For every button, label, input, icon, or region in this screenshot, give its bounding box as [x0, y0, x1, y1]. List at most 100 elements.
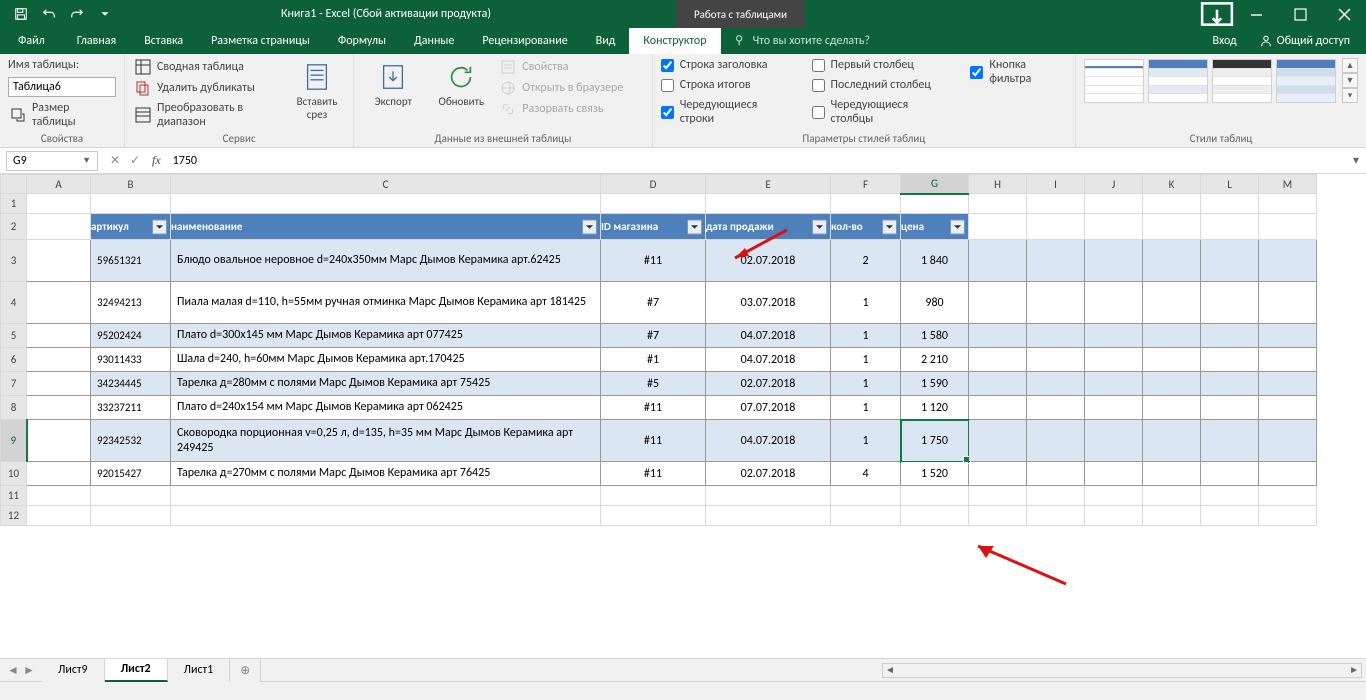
- table-header-cell[interactable]: наименование: [171, 214, 601, 240]
- new-sheet-button[interactable]: ⊕: [230, 659, 261, 682]
- cell-store[interactable]: #11: [601, 462, 706, 486]
- row-header[interactable]: 12: [1, 506, 27, 526]
- row-header[interactable]: 8: [1, 396, 27, 420]
- sheet-tab[interactable]: Лист9: [42, 659, 105, 682]
- select-all-corner[interactable]: [1, 175, 27, 194]
- table-header-cell[interactable]: ID магазина: [601, 214, 706, 240]
- row-header[interactable]: 7: [1, 372, 27, 396]
- cell-date[interactable]: 02.07.2018: [706, 240, 831, 282]
- cell-qty[interactable]: 1: [831, 282, 901, 324]
- col-header[interactable]: D: [601, 175, 706, 194]
- sheet-tab[interactable]: Лист1: [168, 659, 231, 682]
- cell-store[interactable]: #11: [601, 240, 706, 282]
- col-header[interactable]: B: [91, 175, 171, 194]
- cell-qty[interactable]: 2: [831, 240, 901, 282]
- signin-button[interactable]: Вход: [1202, 34, 1246, 48]
- filter-dropdown-icon[interactable]: [882, 219, 897, 234]
- cell-price[interactable]: 1 120: [901, 396, 969, 420]
- cell-qty[interactable]: 1: [831, 396, 901, 420]
- name-box[interactable]: G9 ▼: [6, 151, 98, 171]
- cell-qty[interactable]: 1: [831, 420, 901, 462]
- col-header[interactable]: K: [1143, 175, 1201, 194]
- cell-name[interactable]: Сковородка порционная v=0,25 л, d=135, h…: [171, 420, 601, 462]
- col-header[interactable]: H: [969, 175, 1027, 194]
- row-header[interactable]: 9: [1, 420, 27, 462]
- chk-filter-button[interactable]: Кнопка фильтра: [970, 58, 1067, 86]
- cell-price[interactable]: 980: [901, 282, 969, 324]
- tab-data[interactable]: Данные: [400, 28, 468, 54]
- cell-art[interactable]: 93011433: [91, 348, 171, 372]
- cell-name[interactable]: Тарелка д=270мм с полями Марс Дымов Кера…: [171, 462, 601, 486]
- horizontal-scrollbar[interactable]: [261, 663, 1366, 678]
- row-header[interactable]: 11: [1, 486, 27, 506]
- redo-icon[interactable]: [64, 2, 90, 26]
- cell-date[interactable]: 03.07.2018: [706, 282, 831, 324]
- tab-file[interactable]: Файл: [0, 28, 63, 54]
- row-header[interactable]: 6: [1, 348, 27, 372]
- cell-qty[interactable]: 4: [831, 462, 901, 486]
- col-header[interactable]: L: [1201, 175, 1259, 194]
- cell-date[interactable]: 02.07.2018: [706, 372, 831, 396]
- cell-date[interactable]: 04.07.2018: [706, 324, 831, 348]
- worksheet-grid[interactable]: A B C D E F G H I J K L M 12артикулнаиме…: [0, 174, 1366, 658]
- resize-table-button[interactable]: Размер таблицы: [8, 100, 116, 130]
- col-header[interactable]: A: [27, 175, 91, 194]
- cell-art[interactable]: 92015427: [91, 462, 171, 486]
- filter-dropdown-icon[interactable]: [152, 219, 167, 234]
- cell-store[interactable]: #7: [601, 282, 706, 324]
- tab-home[interactable]: Главная: [63, 28, 130, 54]
- cell-name[interactable]: Шала d=240, h=60мм Марс Дымов Керамика а…: [171, 348, 601, 372]
- cell-price[interactable]: 1 580: [901, 324, 969, 348]
- col-header[interactable]: J: [1085, 175, 1143, 194]
- share-button[interactable]: Общий доступ: [1251, 34, 1358, 48]
- table-header-cell[interactable]: артикул: [91, 214, 171, 240]
- cell-name[interactable]: Плато d=300х145 мм Марс Дымов Керамика а…: [171, 324, 601, 348]
- cell-price[interactable]: 1 590: [901, 372, 969, 396]
- table-styles-gallery[interactable]: ▲▼▾: [1084, 58, 1358, 103]
- col-header[interactable]: M: [1259, 175, 1317, 194]
- cell-store[interactable]: #5: [601, 372, 706, 396]
- cell-price[interactable]: 1 520: [901, 462, 969, 486]
- row-header[interactable]: 10: [1, 462, 27, 486]
- cell-art[interactable]: 33237211: [91, 396, 171, 420]
- cell-price[interactable]: 1 840: [901, 240, 969, 282]
- cell-name[interactable]: Плато d=240х154 мм Марс Дымов Керамика а…: [171, 396, 601, 420]
- ribbon-display-options-icon[interactable]: [1200, 0, 1234, 28]
- accept-formula-icon[interactable]: ✓: [126, 153, 144, 168]
- filter-dropdown-icon[interactable]: [582, 219, 597, 234]
- close-button[interactable]: [1322, 0, 1366, 28]
- cell-price[interactable]: 1 750: [901, 420, 969, 462]
- table-header-cell[interactable]: цена: [901, 214, 969, 240]
- col-header[interactable]: C: [171, 175, 601, 194]
- row-header[interactable]: 4: [1, 282, 27, 324]
- col-header[interactable]: G: [901, 175, 969, 194]
- cell-art[interactable]: 59651321: [91, 240, 171, 282]
- tab-table-design[interactable]: Конструктор: [629, 28, 720, 54]
- refresh-button[interactable]: Обновить: [430, 58, 492, 113]
- table-header-cell[interactable]: кол-во: [831, 214, 901, 240]
- tell-me-box[interactable]: Что вы хотите сделать?: [721, 34, 882, 48]
- cell-art[interactable]: 95202424: [91, 324, 171, 348]
- cancel-formula-icon[interactable]: ✕: [106, 153, 124, 168]
- sheet-tab[interactable]: Лист2: [105, 659, 168, 682]
- expand-formula-bar-icon[interactable]: ▾: [1346, 153, 1366, 168]
- row-header[interactable]: 2: [1, 214, 27, 240]
- tab-page-layout[interactable]: Разметка страницы: [197, 28, 324, 54]
- row-header[interactable]: 3: [1, 240, 27, 282]
- cell-qty[interactable]: 1: [831, 324, 901, 348]
- minimize-button[interactable]: [1234, 0, 1278, 28]
- fx-icon[interactable]: fx: [146, 153, 167, 168]
- gallery-scroll[interactable]: ▲▼▾: [1342, 58, 1358, 103]
- sheet-nav[interactable]: ◄►: [0, 663, 42, 678]
- filter-dropdown-icon[interactable]: [950, 219, 965, 234]
- remove-duplicates-button[interactable]: Удалить дубликаты: [133, 79, 281, 97]
- cell-store[interactable]: #7: [601, 324, 706, 348]
- chk-banded-rows[interactable]: Чередующиеся строки: [661, 98, 790, 126]
- cell-price[interactable]: 2 210: [901, 348, 969, 372]
- filter-dropdown-icon[interactable]: [687, 219, 702, 234]
- cell-art[interactable]: 34234445: [91, 372, 171, 396]
- cell-date[interactable]: 07.07.2018: [706, 396, 831, 420]
- cell-name[interactable]: Блюдо овальное неровное d=240х350мм Марс…: [171, 240, 601, 282]
- chk-header-row[interactable]: Строка заголовка: [661, 58, 790, 72]
- filter-dropdown-icon[interactable]: [812, 219, 827, 234]
